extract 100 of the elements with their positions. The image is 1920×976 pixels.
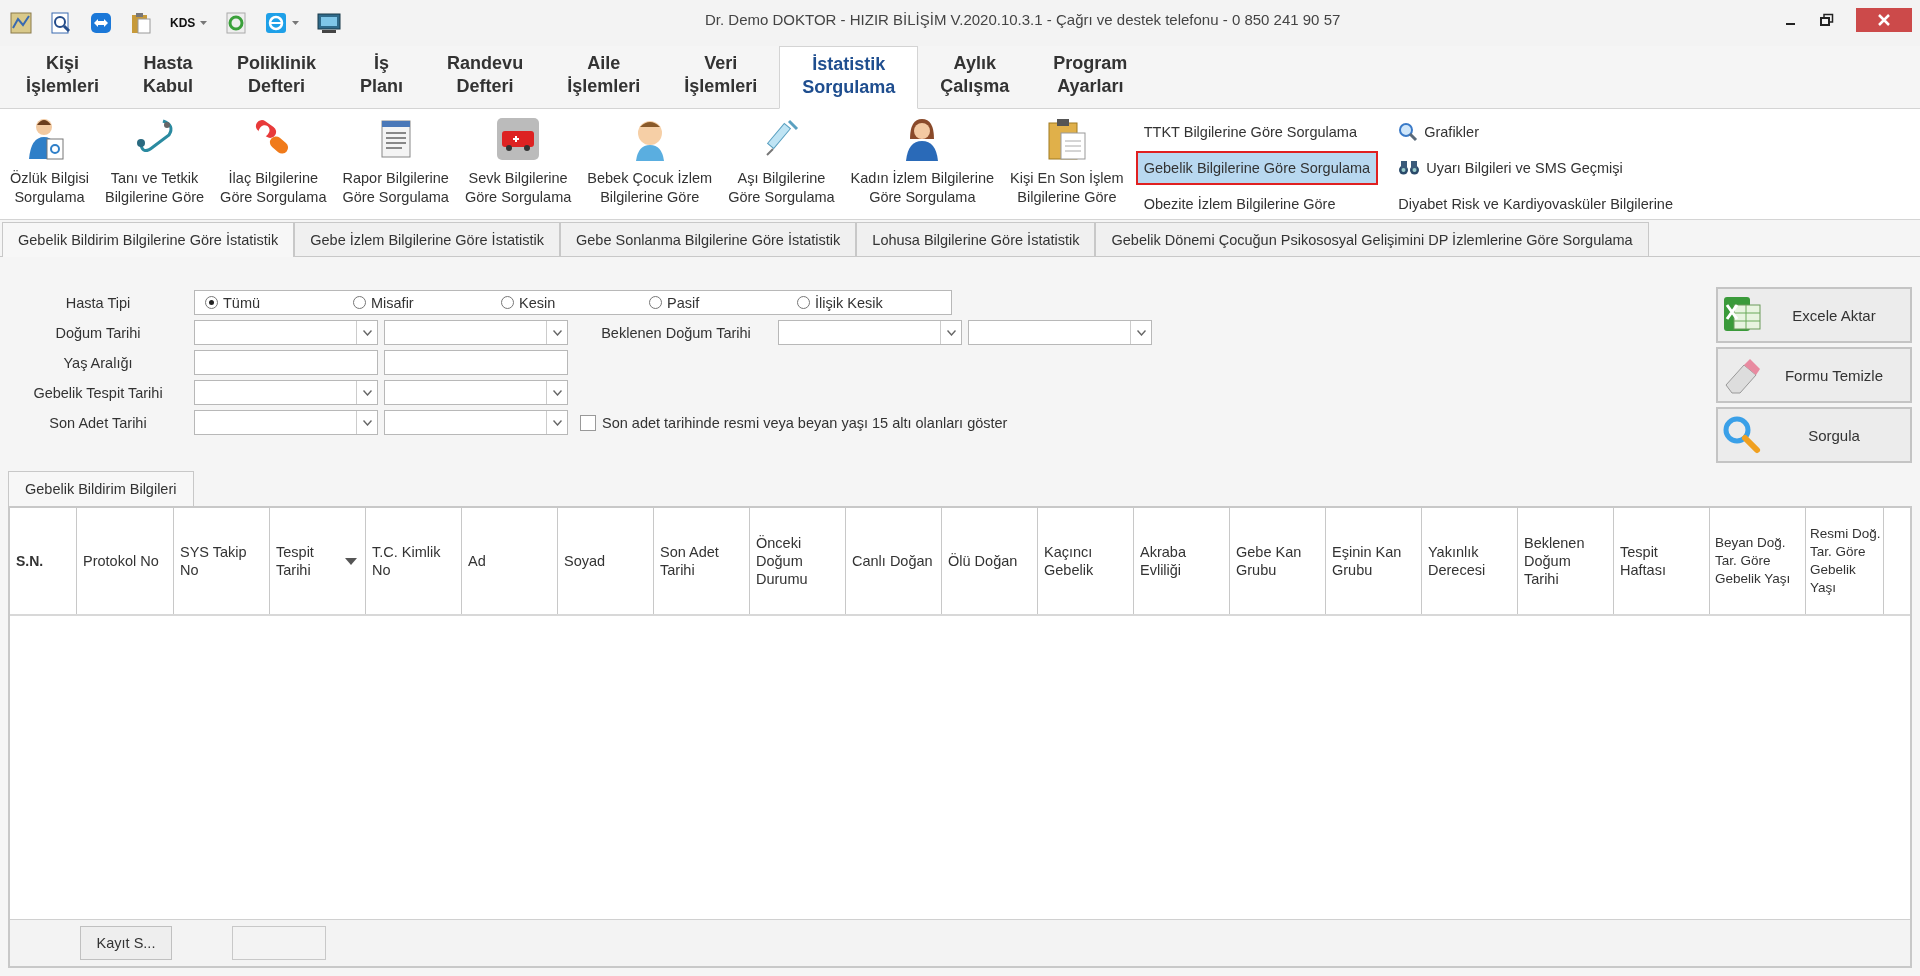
radio-button[interactable]: [205, 296, 218, 309]
arrows-icon[interactable]: [90, 12, 112, 34]
sub-tab[interactable]: Gebelik Bildirim Bilgilerine Göre İstatistik: [2, 222, 295, 257]
column-header[interactable]: Yakınlık Derecesi: [1422, 508, 1518, 614]
field-label: Gebelik Tespit Tarihi: [32, 384, 164, 401]
ribbon-button[interactable]: İlaç Bilgilerine Göre Sorgulama: [212, 109, 335, 207]
ribbon-link[interactable]: Uyarı Bilgileri ve SMS Geçmişi: [1390, 151, 1681, 185]
menu-tab[interactable]: Aile İşlemleri: [545, 46, 663, 109]
ribbon-link[interactable]: Diyabet Risk ve Kardiyovasküler Bilgilerine: [1390, 187, 1681, 221]
radio-button[interactable]: [501, 296, 514, 309]
menu-tab[interactable]: Program Ayarları: [1031, 46, 1150, 109]
column-header[interactable]: Tespit Tarihi: [270, 508, 366, 614]
date-dropdown[interactable]: [968, 320, 1152, 345]
ribbon-button[interactable]: Tanı ve Tetkik Bilgilerine Göre: [96, 109, 213, 207]
date-dropdown[interactable]: [778, 320, 962, 345]
column-header[interactable]: Eşinin Kan Grubu: [1326, 508, 1422, 614]
magnifier-icon: [1398, 122, 1419, 142]
column-header[interactable]: Akraba Evliliği: [1134, 508, 1230, 614]
column-header[interactable]: Soyad: [558, 508, 654, 614]
menu-tab[interactable]: İstatistik Sorgulama: [779, 46, 919, 109]
menu-tab[interactable]: Poliklinik Defteri: [215, 46, 339, 109]
ribbon-button[interactable]: Bebek Çocuk İzlem Bilgilerine Göre: [579, 109, 721, 207]
column-header[interactable]: Önceki Doğum Durumu: [750, 508, 846, 614]
close-button[interactable]: [1856, 8, 1912, 32]
date-dropdown[interactable]: [384, 320, 568, 345]
column-header[interactable]: T.C. Kimlik No: [366, 508, 462, 614]
chevron-icon: [362, 419, 372, 426]
menu-tab[interactable]: Veri İşlemleri: [662, 46, 780, 109]
ribbon-button[interactable]: Sevk Bilgilerine Göre Sorgulama: [456, 109, 580, 207]
column-header[interactable]: Gebe Kan Grubu: [1230, 508, 1326, 614]
preview-icon[interactable]: [50, 12, 72, 34]
column-header[interactable]: Beklenen Doğum Tarihi: [1518, 508, 1614, 614]
sub-tab[interactable]: Gebe İzlem Bilgilerine Göre İstatistik: [294, 222, 560, 256]
date-dropdown[interactable]: [194, 380, 378, 405]
kds-button[interactable]: KDS: [170, 16, 196, 30]
column-header[interactable]: Ölü Doğan: [942, 508, 1038, 614]
chevron-icon: [362, 389, 372, 396]
column-header[interactable]: Kaçıncı Gebelik: [1038, 508, 1134, 614]
date-dropdown[interactable]: [384, 380, 568, 405]
menu-tab[interactable]: Kişi İşlemleri: [4, 46, 122, 109]
column-header[interactable]: Protokol No: [77, 508, 174, 614]
action-button[interactable]: Formu Temizle: [1716, 347, 1912, 403]
ribbon-link[interactable]: TTKT Bilgilerine Göre Sorgulama: [1135, 115, 1379, 149]
ribbon-link[interactable]: Grafikler: [1390, 115, 1681, 149]
action-button[interactable]: Sorgula: [1716, 407, 1912, 463]
menu-tab[interactable]: Hasta Kabul: [121, 46, 216, 109]
date-dropdown[interactable]: [194, 410, 378, 435]
field-label: Hasta Tipi: [64, 294, 132, 311]
chevron-icon: [362, 329, 372, 336]
radio-button[interactable]: [649, 296, 662, 309]
ribbon-button[interactable]: Kişi En Son İşlem Bilgilerine Göre: [1002, 109, 1132, 207]
radio-option[interactable]: Pasif: [649, 294, 797, 311]
sub-tab[interactable]: Lohusa Bilgilerine Göre İstatistik: [856, 222, 1096, 256]
ambulance-icon: [496, 117, 541, 161]
menu-tab[interactable]: Randevu Defteri: [425, 46, 546, 109]
column-header[interactable]: S.N.: [10, 508, 77, 614]
action-button[interactable]: Excele Aktar: [1716, 287, 1912, 343]
column-header[interactable]: Resmi Doğ. Tar. Göre Gebelik Yaşı: [1806, 508, 1884, 614]
date-dropdown[interactable]: [384, 410, 568, 435]
ribbon-button[interactable]: Özlük Bilgisi Sorgulama: [2, 109, 97, 207]
radio-option[interactable]: Misafir: [353, 294, 501, 311]
caret-icon[interactable]: [200, 21, 208, 25]
browser-icon[interactable]: [265, 12, 288, 34]
menu-tab[interactable]: İş Planı: [338, 46, 426, 109]
ribbon-link[interactable]: Gebelik Bilgilerine Göre Sorgulama: [1135, 151, 1379, 185]
clipboard-icon[interactable]: [130, 12, 152, 34]
column-header[interactable]: Beyan Doğ. Tar. Göre Gebelik Yaşı: [1710, 508, 1806, 614]
restore-icon[interactable]: [1820, 13, 1834, 27]
sub-tab[interactable]: Gebe Sonlanma Bilgilerine Göre İstatistik: [560, 222, 857, 256]
radio-option[interactable]: Kesin: [501, 294, 649, 311]
chevron-icon: [552, 329, 562, 336]
radio-button[interactable]: [797, 296, 810, 309]
field-label: Beklenen Doğum Tarihi: [600, 324, 752, 341]
column-header[interactable]: SYS Takip No: [174, 508, 270, 614]
map-icon[interactable]: [10, 12, 32, 34]
ribbon-button[interactable]: Kadın İzlem Bilgilerine Göre Sorgulama: [842, 109, 1003, 207]
radio-option[interactable]: Tümü: [205, 294, 353, 311]
ribbon-button[interactable]: Rapor Bilgilerine Göre Sorgulama: [334, 109, 457, 207]
input-field[interactable]: [384, 350, 568, 375]
chevron-icon: [946, 329, 956, 336]
footer-button[interactable]: Kayıt S...: [80, 926, 172, 960]
binoculars-icon: [1398, 159, 1421, 177]
monitor-icon[interactable]: [317, 12, 342, 34]
ribbon-link[interactable]: Obezite İzlem Bilgilerine Göre: [1135, 187, 1379, 221]
radio-option[interactable]: İlişik Kesik: [797, 294, 945, 311]
ribbon-button[interactable]: Aşı Bilgilerine Göre Sorgulama: [720, 109, 843, 207]
menu-tab[interactable]: Aylık Çalışma: [918, 46, 1032, 109]
radio-button[interactable]: [353, 296, 366, 309]
date-dropdown[interactable]: [194, 320, 378, 345]
grid-tab[interactable]: Gebelik Bildirim Bilgileri: [8, 471, 194, 506]
column-header[interactable]: Tespit Haftası: [1614, 508, 1710, 614]
refresh-icon[interactable]: [225, 12, 248, 34]
caret-icon[interactable]: [292, 21, 300, 25]
column-header[interactable]: Son Adet Tarihi: [654, 508, 750, 614]
input-field[interactable]: [194, 350, 378, 375]
checkbox[interactable]: [580, 414, 596, 431]
chevron-icon: [552, 419, 562, 426]
column-header[interactable]: Canlı Doğan: [846, 508, 942, 614]
column-header[interactable]: Ad: [462, 508, 558, 614]
sub-tab[interactable]: Gebelik Dönemi Çocuğun Psikososyal Gelişimini DP İzlemlerine Göre Sorgulama: [1095, 222, 1649, 256]
